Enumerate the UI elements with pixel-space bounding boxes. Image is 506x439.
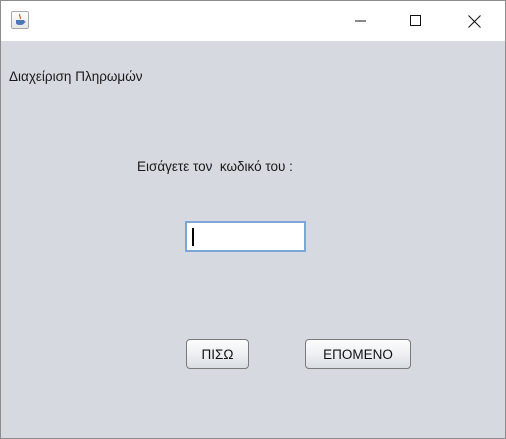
minimize-icon — [355, 20, 366, 22]
minimize-button[interactable] — [338, 1, 384, 41]
page-heading: Διαχείριση Πληρωμών — [9, 69, 143, 84]
back-button[interactable]: ΠΙΣΩ — [186, 339, 249, 369]
java-cup-icon[interactable] — [11, 11, 29, 29]
code-input[interactable] — [185, 221, 306, 252]
maximize-button[interactable] — [393, 1, 439, 41]
title-bar[interactable] — [1, 1, 505, 41]
application-window: Διαχείριση Πληρωμών Εισάγετε τον κωδικό … — [0, 0, 506, 439]
next-button[interactable]: ΕΠΟΜΕΝΟ — [305, 339, 411, 369]
maximize-icon — [410, 15, 421, 26]
text-caret — [192, 228, 194, 246]
close-button[interactable] — [451, 1, 497, 41]
code-prompt-label: Εισάγετε τον κωδικό του : — [137, 159, 293, 174]
close-icon — [467, 14, 481, 28]
